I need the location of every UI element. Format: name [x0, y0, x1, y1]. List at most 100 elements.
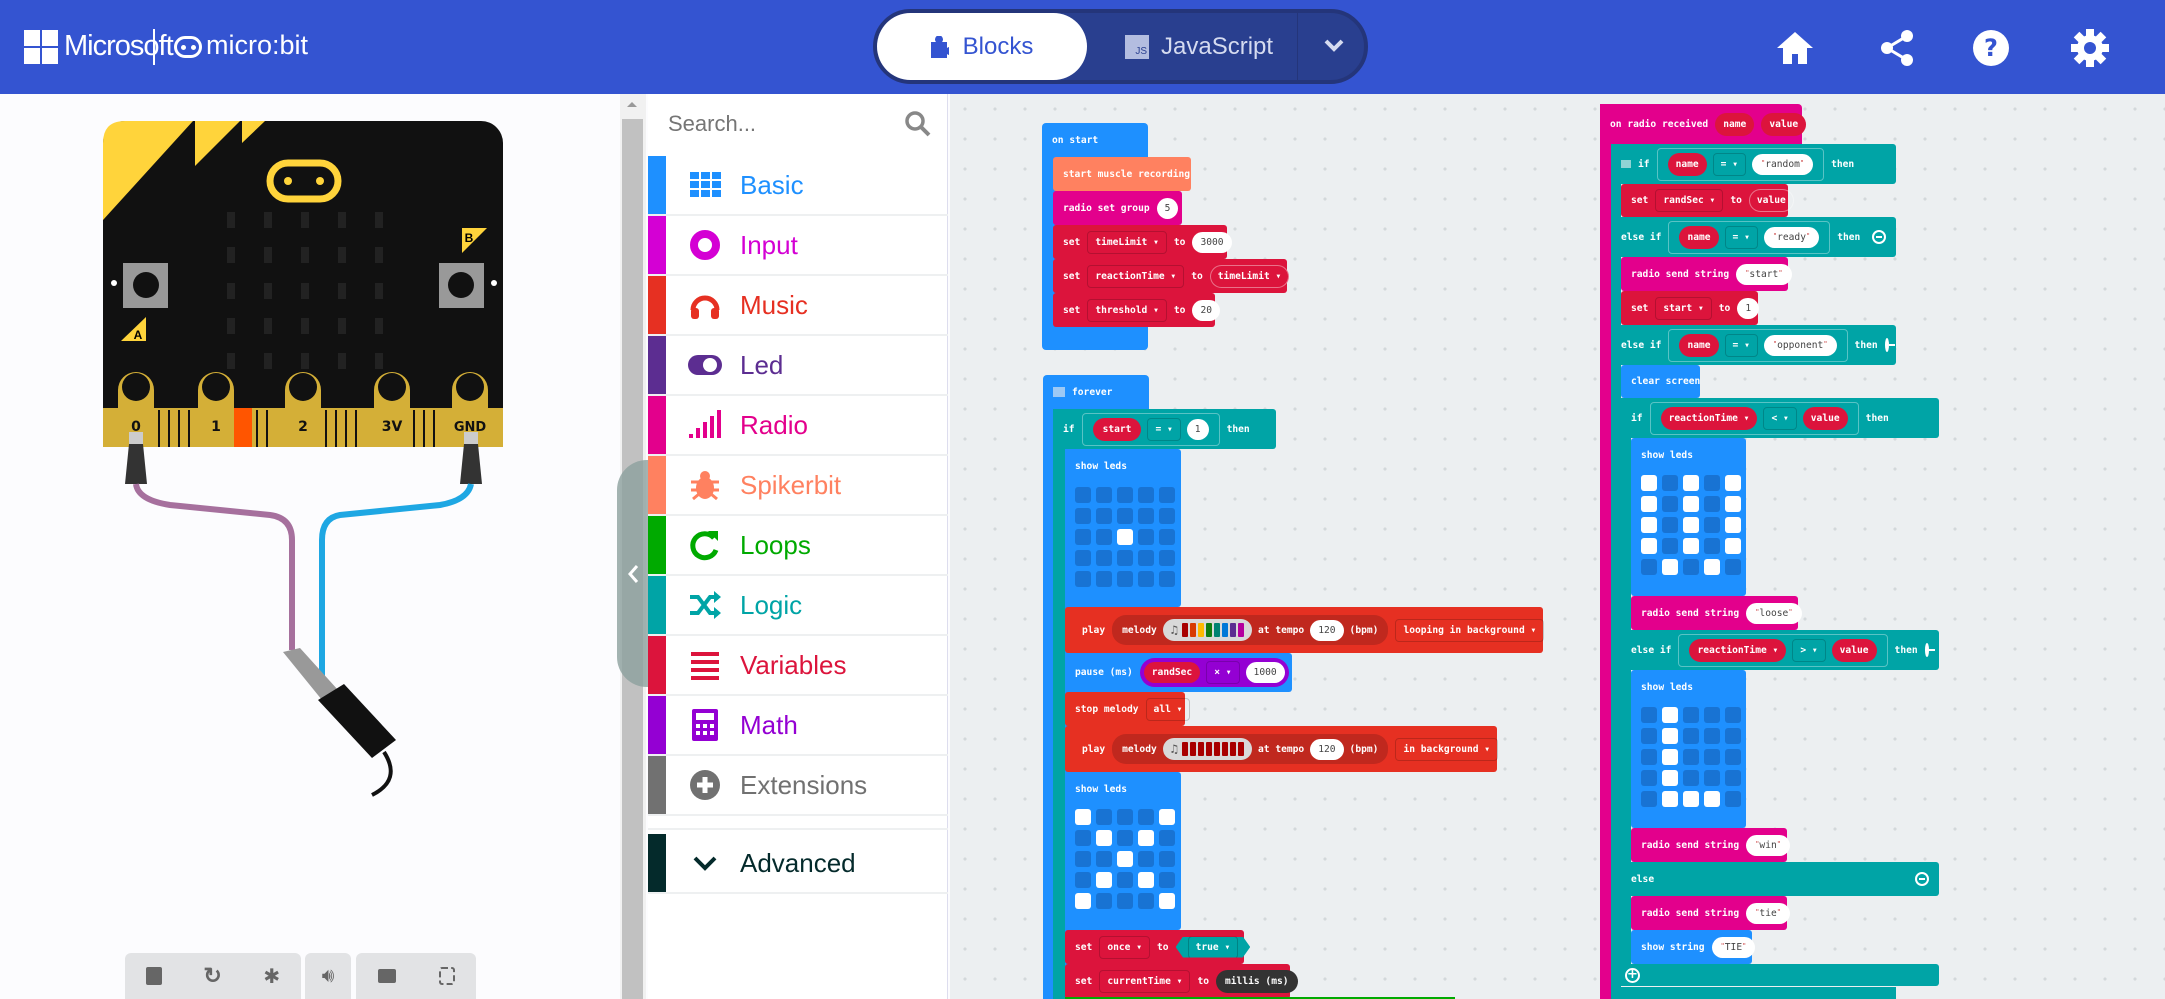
toolbox-category-spikerbit[interactable]: Spikerbit	[648, 456, 948, 516]
toolbox-category-logic[interactable]: Logic	[648, 576, 948, 636]
led-cell[interactable]	[1138, 529, 1154, 545]
led-cell[interactable]	[1704, 517, 1720, 533]
variable-dropdown[interactable]: reactionTime	[1660, 406, 1758, 430]
led-cell[interactable]	[1725, 559, 1741, 575]
play-melody-block[interactable]: play melody ♫ at tempo 120 (bpm) in background	[1065, 726, 1499, 772]
comment-icon[interactable]	[1621, 160, 1631, 168]
variable-dropdown[interactable]: start	[1655, 296, 1712, 320]
search-icon[interactable]	[904, 110, 932, 138]
led-cell[interactable]	[1662, 791, 1678, 807]
led-cell[interactable]	[1704, 728, 1720, 744]
operator-dropdown[interactable]: =	[1724, 333, 1758, 357]
share-icon[interactable]	[1877, 28, 1917, 68]
stop-icon[interactable]	[145, 967, 162, 985]
led-cell[interactable]	[1138, 487, 1154, 503]
fullscreen-icon[interactable]	[438, 967, 455, 985]
variable-reporter[interactable]: value	[1831, 638, 1877, 662]
gear-icon[interactable]	[2070, 28, 2110, 68]
set-variable-block[interactable]: set reactionTime to timeLimit	[1053, 259, 1290, 293]
start-muscle-recording-block[interactable]: start muscle recording	[1053, 157, 1191, 191]
radio-send-string-block[interactable]: radio send string tie	[1631, 896, 1790, 930]
variable-dropdown[interactable]: timeLimit	[1087, 230, 1167, 254]
radio-set-group-block[interactable]: radio set group 5	[1053, 191, 1182, 225]
led-cell[interactable]	[1075, 809, 1091, 825]
led-cell[interactable]	[1662, 559, 1678, 575]
led-cell[interactable]	[1683, 517, 1699, 533]
led-cell[interactable]	[1662, 475, 1678, 491]
millis-reporter[interactable]: millis (ms)	[1216, 970, 1298, 993]
variable-reporter[interactable]: timeLimit	[1209, 264, 1290, 288]
led-cell[interactable]	[1662, 496, 1678, 512]
led-cell[interactable]	[1096, 550, 1112, 566]
pause-block[interactable]: pause (ms) randSec×1000	[1065, 653, 1292, 692]
led-cell[interactable]	[1159, 508, 1175, 524]
led-cell[interactable]	[1662, 538, 1678, 554]
toolbox-category-basic[interactable]: Basic	[648, 156, 948, 216]
variable-reporter[interactable]: start	[1092, 417, 1142, 441]
number-input[interactable]: 20	[1192, 299, 1220, 321]
else-if-block[interactable]: else if name=ready then	[1611, 217, 1896, 257]
number-input[interactable]: 3000	[1192, 231, 1232, 253]
toolbox-category-math[interactable]: Math	[648, 696, 948, 756]
string-input[interactable]: TIE	[1711, 936, 1756, 958]
string-input[interactable]: random	[1752, 153, 1814, 175]
led-cell[interactable]	[1075, 830, 1091, 846]
led-cell[interactable]	[1641, 770, 1657, 786]
led-cell[interactable]	[1662, 517, 1678, 533]
help-icon[interactable]: ?	[1971, 28, 2011, 68]
led-cell[interactable]	[1138, 508, 1154, 524]
add-branch-icon[interactable]: +	[1625, 967, 1640, 983]
radio-send-string-block[interactable]: radio send string start	[1621, 257, 1792, 291]
toolbox-category-led[interactable]: Led	[648, 336, 948, 396]
clear-screen-block[interactable]: clear screen	[1621, 365, 1700, 398]
operator-dropdown[interactable]: =	[1147, 417, 1181, 441]
number-input[interactable]: 1	[1186, 418, 1209, 440]
else-if-block[interactable]: else if name=opponent then	[1611, 325, 1896, 365]
led-cell[interactable]	[1159, 571, 1175, 587]
led-cell[interactable]	[1138, 809, 1154, 825]
if-block[interactable]: if reactionTime<value then	[1621, 398, 1939, 438]
led-cell[interactable]	[1641, 538, 1657, 554]
led-cell[interactable]	[1138, 571, 1154, 587]
led-cell[interactable]	[1683, 707, 1699, 723]
set-variable-block[interactable]: setonceto true	[1065, 930, 1251, 964]
led-cell[interactable]	[1075, 872, 1091, 888]
remove-branch-icon[interactable]	[1872, 230, 1886, 244]
led-cell[interactable]	[1159, 851, 1175, 867]
led-cell[interactable]	[1725, 475, 1741, 491]
led-cell[interactable]	[1117, 893, 1133, 909]
parameter-value[interactable]: value	[1761, 112, 1807, 136]
led-cell[interactable]	[1662, 749, 1678, 765]
variable-reporter[interactable]: name	[1679, 333, 1719, 357]
toolbox-category-loops[interactable]: Loops	[648, 516, 948, 576]
chevron-down-icon[interactable]	[1323, 37, 1345, 53]
led-cell[interactable]	[1704, 707, 1720, 723]
led-cell[interactable]	[1725, 517, 1741, 533]
tempo-input[interactable]: 120	[1310, 619, 1344, 641]
led-cell[interactable]	[1075, 529, 1091, 545]
on-radio-received-block[interactable]: on radio received name value	[1600, 104, 1807, 144]
led-cell[interactable]	[1641, 517, 1657, 533]
led-cell[interactable]	[1117, 872, 1133, 888]
led-cell[interactable]	[1117, 487, 1133, 503]
operator-dropdown[interactable]: ×	[1206, 661, 1240, 684]
number-input[interactable]: 1000	[1245, 662, 1285, 683]
led-cell[interactable]	[1641, 728, 1657, 744]
led-cell[interactable]	[1641, 475, 1657, 491]
sound-icon[interactable]: 🔊︎	[322, 965, 335, 988]
variable-dropdown[interactable]: currentTime	[1099, 970, 1191, 993]
led-cell[interactable]	[1641, 496, 1657, 512]
toolbox-category-extensions[interactable]: Extensions	[648, 756, 948, 816]
comment-icon[interactable]	[1053, 387, 1065, 397]
led-cell[interactable]	[1159, 872, 1175, 888]
led-cell[interactable]	[1683, 538, 1699, 554]
led-cell[interactable]	[1683, 728, 1699, 744]
radio-send-string-block[interactable]: radio send string win	[1631, 828, 1790, 862]
led-cell[interactable]	[1704, 496, 1720, 512]
led-cell[interactable]	[1704, 559, 1720, 575]
led-grid[interactable]	[1075, 487, 1175, 587]
led-cell[interactable]	[1683, 496, 1699, 512]
led-cell[interactable]	[1662, 770, 1678, 786]
collapse-simulator-button[interactable]	[617, 460, 648, 687]
led-cell[interactable]	[1096, 487, 1112, 503]
